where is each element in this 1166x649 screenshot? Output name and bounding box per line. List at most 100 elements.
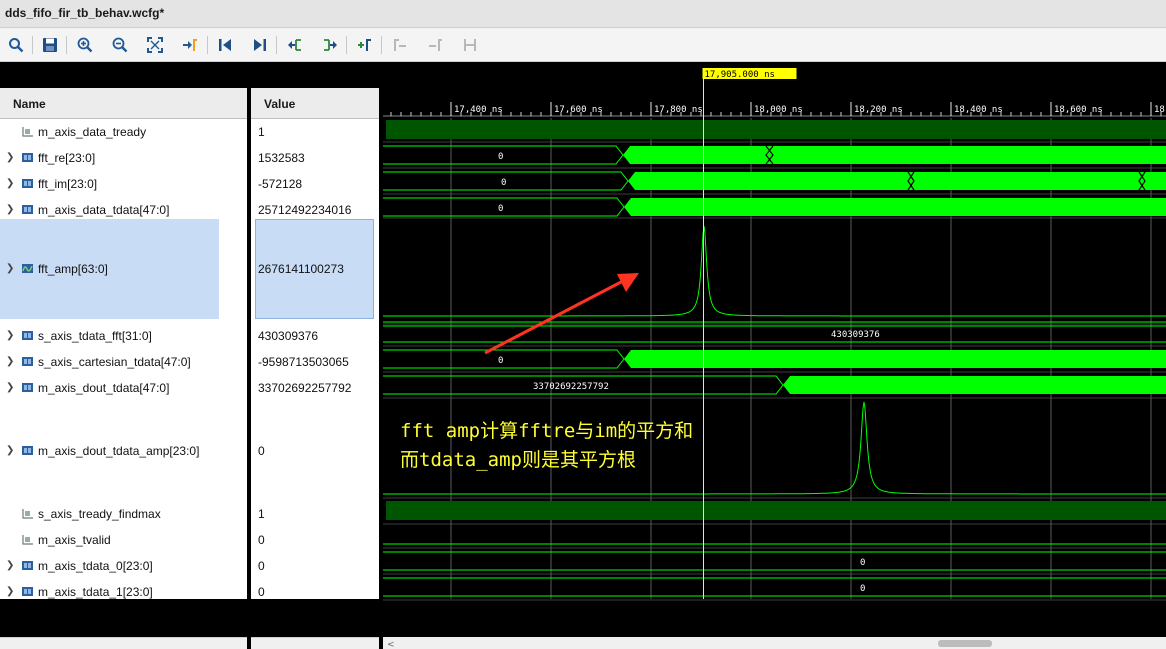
ruler-tick-label: 17,400 ns bbox=[454, 105, 503, 115]
expand-chevron-icon[interactable]: ❯ bbox=[6, 586, 14, 597]
signal-row[interactable]: m_axis_data_tready bbox=[0, 119, 247, 145]
ruler-tick-label: 18,400 ns bbox=[954, 105, 1003, 115]
expand-chevron-icon[interactable]: ❯ bbox=[6, 263, 14, 274]
signal-value: 2676141100273 bbox=[258, 262, 344, 276]
signal-name: fft_im[23:0] bbox=[38, 177, 98, 191]
wave-s-axis-tdata-fft-label: 430309376 bbox=[831, 330, 880, 340]
bit-signal-icon bbox=[22, 126, 34, 137]
signal-value-panel: Value 1 1532583 -572128 25712492234016 26761… bbox=[251, 62, 379, 649]
signal-value-row[interactable]: 25712492234016 bbox=[251, 197, 379, 223]
expand-chevron-icon[interactable]: ❯ bbox=[6, 445, 14, 456]
next-transition-icon[interactable] bbox=[319, 34, 341, 56]
signal-value-row[interactable]: 0 bbox=[251, 438, 379, 464]
signal-name: m_axis_data_tready bbox=[38, 125, 147, 139]
zoom-out-icon[interactable] bbox=[109, 34, 131, 56]
signal-value: 33702692257792 bbox=[258, 381, 352, 395]
waveform-panel[interactable]: 0 0 0 430309376 0 33702692257792 0 0 17,… bbox=[383, 62, 1166, 649]
save-icon[interactable] bbox=[39, 34, 61, 56]
go-to-cursor-icon[interactable] bbox=[179, 34, 201, 56]
signal-row[interactable]: m_axis_tvalid bbox=[0, 527, 247, 553]
signal-name: s_axis_cartesian_tdata[47:0] bbox=[38, 355, 191, 369]
expand-chevron-icon[interactable]: ❯ bbox=[6, 330, 14, 341]
bus-signal-icon bbox=[22, 178, 34, 189]
wave-fft-amp[interactable] bbox=[383, 225, 1166, 317]
signal-value-row[interactable]: 1532583 bbox=[251, 145, 379, 171]
bus-signal-icon bbox=[22, 586, 34, 597]
signal-row[interactable]: ❯ m_axis_tdata_0[23:0] bbox=[0, 553, 247, 579]
signal-name: fft_amp[63:0] bbox=[38, 262, 108, 276]
value-column-header[interactable]: Value bbox=[251, 88, 379, 119]
expand-chevron-icon[interactable]: ❯ bbox=[6, 152, 14, 163]
wave-m-axis-data-tdata-label: 0 bbox=[498, 204, 503, 214]
signal-row[interactable]: ❯ fft_re[23:0] bbox=[0, 145, 247, 171]
bus-signal-icon bbox=[22, 356, 34, 367]
signal-row[interactable]: s_axis_tready_findmax bbox=[0, 501, 247, 527]
signal-value-row[interactable]: 1 bbox=[251, 501, 379, 527]
signal-row[interactable]: ❯ m_axis_data_tdata[47:0] bbox=[0, 197, 247, 223]
toolbar-separator bbox=[346, 36, 347, 54]
bus-signal-icon bbox=[22, 152, 34, 163]
wave-m-axis-tdata-1[interactable] bbox=[383, 577, 1166, 597]
signal-row[interactable]: ❯ m_axis_dout_tdata_amp[23:0] bbox=[0, 438, 247, 464]
waveform-canvas[interactable]: 0 0 0 430309376 0 33702692257792 0 0 17,… bbox=[383, 62, 1166, 649]
signal-row[interactable]: ❯ m_axis_tdata_1[23:0] bbox=[0, 579, 247, 605]
expand-chevron-icon[interactable]: ❯ bbox=[6, 356, 14, 367]
wave-m-axis-tdata-0[interactable] bbox=[383, 551, 1166, 571]
wave-scrollbar-thumb[interactable] bbox=[938, 640, 992, 647]
signal-row[interactable]: ❯ s_axis_cartesian_tdata[47:0] bbox=[0, 349, 247, 375]
bus-signal-icon bbox=[22, 560, 34, 571]
add-marker-icon[interactable] bbox=[354, 34, 376, 56]
wave-m-axis-dout-tdata-label: 33702692257792 bbox=[533, 382, 609, 392]
bit-signal-icon bbox=[22, 534, 34, 545]
go-to-first-icon[interactable] bbox=[214, 34, 236, 56]
signal-value-row[interactable]: -572128 bbox=[251, 171, 379, 197]
go-to-last-icon[interactable] bbox=[249, 34, 271, 56]
zoom-fit-icon[interactable] bbox=[144, 34, 166, 56]
toolbar-separator bbox=[276, 36, 277, 54]
wave-horizontal-scrollbar[interactable] bbox=[383, 637, 1166, 649]
signal-value-row[interactable]: 0 bbox=[251, 553, 379, 579]
signal-row[interactable]: ❯ fft_amp[63:0] bbox=[0, 256, 247, 282]
wave-m-axis-tdata-1-label: 0 bbox=[860, 584, 865, 594]
ruler-tick-label: 18 bbox=[1154, 105, 1165, 115]
name-panel-scrollbar[interactable] bbox=[0, 637, 247, 649]
expand-chevron-icon[interactable]: ❯ bbox=[6, 560, 14, 571]
toolbar-separator bbox=[381, 36, 382, 54]
expand-chevron-icon[interactable]: ❯ bbox=[6, 204, 14, 215]
expand-chevron-icon[interactable]: ❯ bbox=[6, 178, 14, 189]
signal-value-row[interactable]: -9598713503065 bbox=[251, 349, 379, 375]
scroll-left-icon[interactable]: < bbox=[387, 640, 395, 649]
signal-value: 0 bbox=[258, 533, 265, 547]
signal-value-row[interactable]: 430309376 bbox=[251, 323, 379, 349]
swap-cursors-icon[interactable] bbox=[459, 34, 481, 56]
wave-m-axis-dout-tdata[interactable] bbox=[383, 375, 1166, 395]
signal-value-row[interactable]: 0 bbox=[251, 527, 379, 553]
signal-value-row[interactable]: 0 bbox=[251, 579, 379, 605]
signal-name: m_axis_dout_tdata_amp[23:0] bbox=[38, 444, 200, 458]
signal-value: 0 bbox=[258, 585, 265, 599]
wave-m-axis-data-tready[interactable] bbox=[386, 120, 1166, 139]
signal-row[interactable]: ❯ m_axis_dout_tdata[47:0] bbox=[0, 375, 247, 401]
annotation-text: fft amp计算fftre与im的平方和 而tdata_amp则是其平方根 bbox=[400, 417, 693, 475]
search-icon[interactable] bbox=[5, 34, 27, 56]
wave-s-axis-tdata-fft[interactable] bbox=[383, 325, 1166, 343]
zoom-in-icon[interactable] bbox=[74, 34, 96, 56]
signal-value-row[interactable]: 33702692257792 bbox=[251, 375, 379, 401]
name-column-header[interactable]: Name bbox=[0, 88, 247, 119]
next-marker-icon[interactable] bbox=[424, 34, 446, 56]
toolbar-separator bbox=[66, 36, 67, 54]
wave-s-axis-tready-findmax[interactable] bbox=[386, 501, 1166, 520]
signal-name-panel: Name m_axis_data_tready ❯ fft_re[23:0] ❯ fft… bbox=[0, 62, 247, 649]
annotation-arrow bbox=[484, 273, 639, 355]
toolbar bbox=[0, 28, 1166, 62]
expand-chevron-icon[interactable]: ❯ bbox=[6, 382, 14, 393]
previous-marker-icon[interactable] bbox=[389, 34, 411, 56]
analog-signal-icon bbox=[22, 263, 34, 274]
signal-value-row[interactable]: 1 bbox=[251, 119, 379, 145]
signal-value-row[interactable]: 2676141100273 bbox=[251, 256, 379, 282]
cursor-time-label: 17,905.000 ns bbox=[705, 70, 775, 80]
signal-row[interactable]: ❯ s_axis_tdata_fft[31:0] bbox=[0, 323, 247, 349]
previous-transition-icon[interactable] bbox=[284, 34, 306, 56]
value-panel-scrollbar[interactable] bbox=[251, 637, 379, 649]
signal-row[interactable]: ❯ fft_im[23:0] bbox=[0, 171, 247, 197]
